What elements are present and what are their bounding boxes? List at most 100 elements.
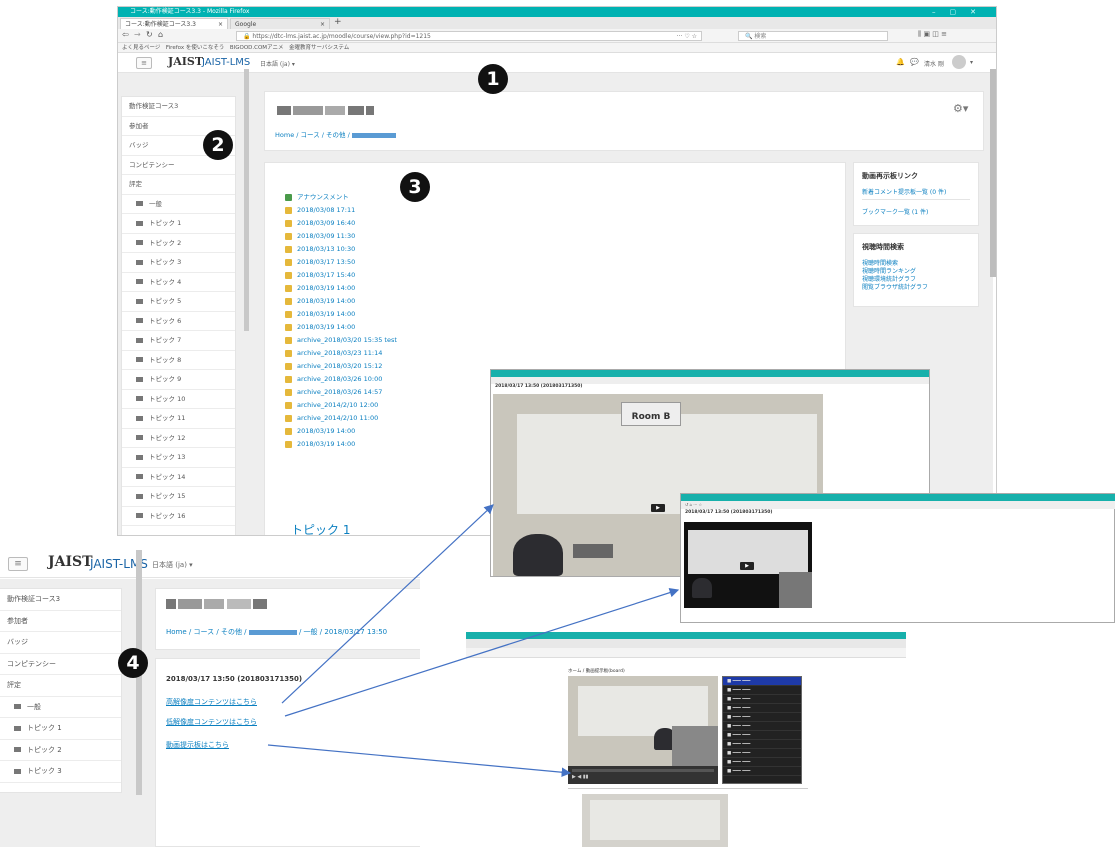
window-controls[interactable]: –▢✕ <box>932 7 990 17</box>
play-icon[interactable]: ▶ ◀ ▮▮ <box>572 774 588 780</box>
video-player-lowres[interactable]: ▶ <box>684 522 812 608</box>
drawer-section[interactable]: トピック 10 <box>122 390 235 409</box>
jaist-logo[interactable]: JAIST <box>168 55 203 68</box>
hi-res-link[interactable]: 高解像度コンテンツはこちら <box>166 697 257 707</box>
drawer-section[interactable]: トピック 13 <box>122 448 235 468</box>
drawer-section[interactable]: トピック 7 <box>122 331 235 351</box>
list-item[interactable]: 2018/03/19 14:00 <box>285 295 397 308</box>
drawer-section[interactable]: トピック 3 <box>122 253 235 273</box>
drawer-section[interactable]: トピック 14 <box>122 468 235 487</box>
drawer-section[interactable]: トピック 1 <box>122 214 235 234</box>
play-icon[interactable]: ▶ <box>651 504 665 512</box>
comment-row[interactable]: ■ ━━━ ━━━ <box>723 758 801 767</box>
drawer-section[interactable]: トピック 3 <box>0 761 121 783</box>
board-link[interactable]: 動画提示板はこちら <box>166 740 229 750</box>
drawer-item-competencies[interactable]: コンピテンシー <box>0 654 121 675</box>
comment-row[interactable]: ■ ━━━ ━━━ <box>723 731 801 740</box>
drawer-section[interactable]: トピック 12 <box>122 429 235 448</box>
language-menu[interactable]: 日本語 (ja) ▾ <box>152 560 193 570</box>
drawer-item-participants[interactable]: 参加者 <box>0 611 121 632</box>
list-item[interactable]: archive_2014/2/10 12:00 <box>285 399 397 412</box>
drawer-section[interactable]: トピック 1 <box>0 718 121 740</box>
user-name[interactable]: 清水 剛 <box>924 59 944 68</box>
drawer-item-grades[interactable]: 評定 <box>122 175 235 195</box>
comment-row[interactable]: ■ ━━━ ━━━ <box>723 740 801 749</box>
notification-icon[interactable]: 🔔 <box>896 58 905 66</box>
search-input[interactable]: 🔍 検索 <box>738 31 888 41</box>
comment-row[interactable]: ■ ━━━ ━━━ <box>723 695 801 704</box>
drawer-scrollbar[interactable] <box>244 69 249 331</box>
drawer-section[interactable]: トピック 9 <box>122 370 235 390</box>
comment-row[interactable]: ■ ━━━ ━━━ <box>723 677 801 686</box>
list-item[interactable]: archive_2018/03/20 15:12 <box>285 360 397 373</box>
gear-icon[interactable]: ⚙▾ <box>953 102 968 115</box>
list-item[interactable]: アナウンスメント <box>285 191 397 204</box>
list-item[interactable]: 2018/03/17 15:40 <box>285 269 397 282</box>
breadcrumb[interactable]: Home / コース / その他 / <box>275 129 396 139</box>
comment-row[interactable]: ■ ━━━ ━━━ <box>723 722 801 731</box>
chevron-down-icon[interactable]: ▾ <box>970 59 973 66</box>
drawer-section[interactable]: トピック 2 <box>122 234 235 253</box>
avatar[interactable] <box>952 55 966 69</box>
forward-icon[interactable]: → <box>134 30 141 39</box>
drawer-item-course[interactable]: 動作検証コース3 <box>122 97 235 117</box>
comment-row[interactable]: ■ ━━━ ━━━ <box>723 767 801 776</box>
list-item[interactable]: 2018/03/13 10:30 <box>285 243 397 256</box>
drawer-section[interactable]: トピック 8 <box>122 351 235 370</box>
comment-row[interactable]: ■ ━━━ ━━━ <box>723 704 801 713</box>
video-controls[interactable]: ▶ ◀ ▮▮ <box>568 766 718 784</box>
back-icon[interactable]: ⇦ <box>122 30 129 39</box>
breadcrumb[interactable]: Home / コース / その他 / / 一般 / 2018/03/17 13:… <box>166 627 387 637</box>
new-tab-button[interactable]: + <box>334 17 342 27</box>
list-item[interactable]: archive_2018/03/20 15:35 test <box>285 334 397 347</box>
reload-icon[interactable]: ↻ <box>146 30 153 39</box>
list-item[interactable]: 2018/03/19 14:00 <box>285 438 397 451</box>
tab-course[interactable]: コース:動作検証コース3.3 × <box>120 18 228 29</box>
language-menu[interactable]: 日本語 (ja) ▾ <box>260 59 295 68</box>
list-item[interactable]: 2018/03/19 14:00 <box>285 282 397 295</box>
section-heading[interactable]: トピック 1 <box>291 521 350 535</box>
comment-row[interactable]: ■ ━━━ ━━━ <box>723 713 801 722</box>
drawer-section[interactable]: トピック 5 <box>122 292 235 312</box>
message-icon[interactable]: 💬 <box>910 58 919 66</box>
play-icon[interactable]: ▶ <box>740 562 754 570</box>
board-video-player[interactable] <box>568 676 718 766</box>
url-bar[interactable]: 🔒 https://dtc-lms.jaist.ac.jp/moodle/cou… <box>236 31 702 41</box>
drawer-section[interactable]: トピック 2 <box>0 740 121 761</box>
seek-bar[interactable] <box>572 769 714 772</box>
drawer-section[interactable]: トピック 16 <box>122 507 235 526</box>
list-item[interactable]: 2018/03/08 17:11 <box>285 204 397 217</box>
drawer-section[interactable]: 一般 <box>0 697 121 718</box>
home-icon[interactable]: ⌂ <box>158 30 163 39</box>
tab-google[interactable]: Google × <box>230 18 330 29</box>
list-item[interactable]: archive_2018/03/23 11:14 <box>285 347 397 360</box>
drawer-section[interactable]: トピック 6 <box>122 312 235 331</box>
drawer-section[interactable]: 一般 <box>122 195 235 214</box>
drawer-item-grades[interactable]: 評定 <box>0 675 121 697</box>
list-item[interactable]: 2018/03/17 13:50 <box>285 256 397 269</box>
list-item[interactable]: 2018/03/09 11:30 <box>285 230 397 243</box>
drawer-section[interactable]: トピック 4 <box>122 273 235 292</box>
lo-res-link[interactable]: 低解像度コンテンツはこちら <box>166 717 257 727</box>
list-item[interactable]: 2018/03/19 14:00 <box>285 425 397 438</box>
block-link[interactable]: ブックマーク一覧 (1 件) <box>862 207 928 216</box>
list-item[interactable]: 2018/03/09 16:40 <box>285 217 397 230</box>
page-scrollbar[interactable] <box>990 69 996 277</box>
drawer-section[interactable]: トピック 11 <box>122 409 235 429</box>
block-link[interactable]: 閲覧ブラウザ統計グラフ <box>862 282 928 291</box>
jaist-logo[interactable]: JAIST <box>48 554 93 570</box>
comment-row[interactable]: ■ ━━━ ━━━ <box>723 749 801 758</box>
comment-row[interactable]: ■ ━━━ ━━━ <box>723 686 801 695</box>
list-item[interactable]: archive_2018/03/26 14:57 <box>285 386 397 399</box>
drawer-item-badges[interactable]: バッジ <box>0 632 121 654</box>
site-name[interactable]: JAIST-LMS <box>202 57 250 68</box>
drawer-section[interactable]: トピック 15 <box>122 487 235 507</box>
menu-toggle-button[interactable]: ≡ <box>136 57 152 69</box>
drawer-item-course[interactable]: 動作検証コース3 <box>0 589 121 611</box>
list-item[interactable]: 2018/03/19 14:00 <box>285 308 397 321</box>
block-link[interactable]: 新着コメント提示板一覧 (0 件) <box>862 187 946 196</box>
list-item[interactable]: archive_2018/03/26 10:00 <box>285 373 397 386</box>
list-item[interactable]: 2018/03/19 14:00 <box>285 321 397 334</box>
list-item[interactable]: archive_2014/2/10 11:00 <box>285 412 397 425</box>
bookmarks-bar[interactable]: よく見るページ Firefox を使いこなそう BIGOOD.COMアニメ 金曜… <box>118 43 996 53</box>
